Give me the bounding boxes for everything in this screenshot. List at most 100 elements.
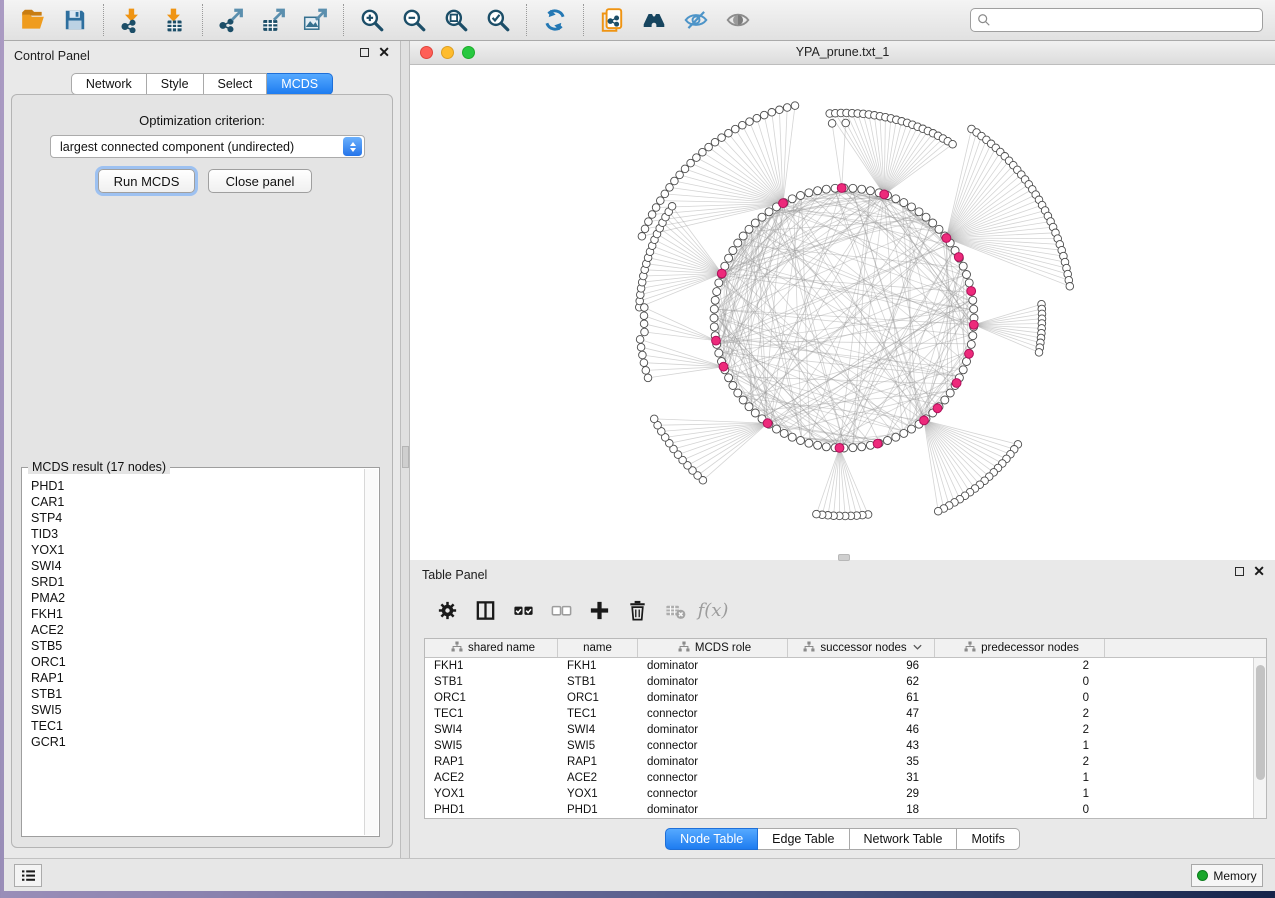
memory-label: Memory xyxy=(1213,869,1256,883)
table-row[interactable]: TEC1TEC1connector472 xyxy=(425,706,1253,722)
close-table-panel-icon[interactable]: ✕ xyxy=(1253,567,1265,576)
window-zoom-icon[interactable] xyxy=(462,46,475,59)
column-header-name[interactable]: name xyxy=(558,639,638,657)
column-header-MCDS-role[interactable]: MCDS role xyxy=(638,639,788,657)
mcds-result-item[interactable]: SWI4 xyxy=(23,558,364,574)
table-scrollbar[interactable] xyxy=(1253,658,1266,818)
control-panel-title: Control Panel xyxy=(14,49,90,63)
mcds-result-item[interactable]: GCR1 xyxy=(23,734,364,750)
columns-button[interactable] xyxy=(466,593,504,627)
table-row[interactable]: PHD1PHD1dominator180 xyxy=(425,802,1253,818)
mcds-result-item[interactable]: SRD1 xyxy=(23,574,364,590)
mcds-result-item[interactable]: RAP1 xyxy=(23,670,364,686)
cell-predecessor-nodes: 2 xyxy=(935,754,1105,770)
export-image-button[interactable] xyxy=(294,2,336,38)
mcds-result-item[interactable]: STP4 xyxy=(23,510,364,526)
search-box[interactable] xyxy=(970,8,1263,32)
import-network-button[interactable] xyxy=(111,2,153,38)
export-network-button[interactable] xyxy=(210,2,252,38)
toolbar-separator xyxy=(526,4,527,36)
table-row[interactable]: RAP1RAP1dominator352 xyxy=(425,754,1253,770)
tab-select[interactable]: Select xyxy=(204,73,268,95)
table-row[interactable]: SWI5SWI5connector431 xyxy=(425,738,1253,754)
hide-selected-button[interactable] xyxy=(675,2,717,38)
splitter-grip[interactable] xyxy=(402,446,409,468)
cell-MCDS-role: connector xyxy=(638,706,788,722)
tab-network[interactable]: Network xyxy=(71,73,147,95)
import-table-button[interactable] xyxy=(153,2,195,38)
delete-column-button[interactable] xyxy=(618,593,656,627)
tab-style[interactable]: Style xyxy=(147,73,204,95)
show-all-button[interactable] xyxy=(717,2,759,38)
mcds-result-item[interactable]: FKH1 xyxy=(23,606,364,622)
window-minimize-icon[interactable] xyxy=(441,46,454,59)
mcds-result-list[interactable]: PHD1CAR1STP4TID3YOX1SWI4SRD1PMA2FKH1ACE2… xyxy=(23,472,364,835)
network-canvas[interactable] xyxy=(410,65,1275,560)
open-file-button[interactable] xyxy=(12,2,54,38)
delete-column-icon xyxy=(626,599,649,622)
delete-table-button[interactable] xyxy=(656,593,694,627)
mcds-result-item[interactable]: YOX1 xyxy=(23,542,364,558)
vertical-splitter[interactable] xyxy=(400,41,410,858)
tab-mcds[interactable]: MCDS xyxy=(267,73,333,95)
add-column-button[interactable] xyxy=(580,593,618,627)
tab-network-table[interactable]: Network Table xyxy=(850,828,958,850)
zoom-fit-button[interactable] xyxy=(435,2,477,38)
task-history-button[interactable] xyxy=(14,864,42,887)
zoom-out-button[interactable] xyxy=(393,2,435,38)
window-close-icon[interactable] xyxy=(420,46,433,59)
export-table-button[interactable] xyxy=(252,2,294,38)
cell-MCDS-role: connector xyxy=(638,738,788,754)
refresh-button[interactable] xyxy=(534,2,576,38)
run-mcds-button[interactable]: Run MCDS xyxy=(98,169,195,193)
mcds-result-item[interactable]: CAR1 xyxy=(23,494,364,510)
mcds-result-item[interactable]: ACE2 xyxy=(23,622,364,638)
memory-button[interactable]: Memory xyxy=(1191,864,1263,887)
search-input[interactable] xyxy=(996,13,1256,27)
table-row[interactable]: ORC1ORC1dominator610 xyxy=(425,690,1253,706)
network-graph[interactable] xyxy=(410,65,1275,559)
mcds-result-item[interactable]: TID3 xyxy=(23,526,364,542)
zoom-in-button[interactable] xyxy=(351,2,393,38)
table-toolbar: f(x) xyxy=(418,588,1267,632)
save-session-button[interactable] xyxy=(54,2,96,38)
mcds-result-item[interactable]: SWI5 xyxy=(23,702,364,718)
mcds-result-item[interactable]: ORC1 xyxy=(23,654,364,670)
float-panel-icon[interactable] xyxy=(360,48,369,57)
table-row[interactable]: ACE2ACE2connector311 xyxy=(425,770,1253,786)
tab-motifs[interactable]: Motifs xyxy=(957,828,1019,850)
cell-name: TEC1 xyxy=(558,706,638,722)
table-row[interactable]: YOX1YOX1connector291 xyxy=(425,786,1253,802)
clone-network-button[interactable] xyxy=(591,2,633,38)
search-window-button[interactable] xyxy=(633,2,675,38)
table-scrollbar-thumb[interactable] xyxy=(1256,665,1265,780)
cell-MCDS-role: dominator xyxy=(638,674,788,690)
column-header-shared-name[interactable]: shared name xyxy=(425,639,558,657)
horizontal-splitter-grip[interactable] xyxy=(838,554,850,561)
mcds-result-item[interactable]: STB5 xyxy=(23,638,364,654)
close-panel-icon[interactable]: ✕ xyxy=(378,48,390,57)
close-panel-button[interactable]: Close panel xyxy=(208,169,312,193)
toolbar-separator xyxy=(103,4,104,36)
cell-predecessor-nodes: 1 xyxy=(935,786,1105,802)
select-all-button[interactable] xyxy=(504,593,542,627)
zoom-selected-icon xyxy=(485,7,511,33)
mcds-list-scrollbar[interactable] xyxy=(364,469,378,835)
mcds-result-item[interactable]: PMA2 xyxy=(23,590,364,606)
settings-button[interactable] xyxy=(428,593,466,627)
mcds-result-item[interactable]: PHD1 xyxy=(23,478,364,494)
zoom-selected-button[interactable] xyxy=(477,2,519,38)
deselect-all-button[interactable] xyxy=(542,593,580,627)
table-row[interactable]: FKH1FKH1dominator962 xyxy=(425,658,1253,674)
table-row[interactable]: SWI4SWI4dominator462 xyxy=(425,722,1253,738)
tab-edge-table[interactable]: Edge Table xyxy=(758,828,849,850)
table-row[interactable]: STB1STB1dominator620 xyxy=(425,674,1253,690)
mcds-result-item[interactable]: STB1 xyxy=(23,686,364,702)
tab-node-table[interactable]: Node Table xyxy=(665,828,758,850)
mcds-result-item[interactable]: TEC1 xyxy=(23,718,364,734)
network-window-titlebar[interactable]: YPA_prune.txt_1 xyxy=(410,41,1275,65)
column-header-successor-nodes[interactable]: successor nodes xyxy=(788,639,935,657)
criterion-dropdown[interactable]: largest connected component (undirected) xyxy=(50,135,365,158)
float-table-panel-icon[interactable] xyxy=(1235,567,1244,576)
column-header-predecessor-nodes[interactable]: predecessor nodes xyxy=(935,639,1105,657)
